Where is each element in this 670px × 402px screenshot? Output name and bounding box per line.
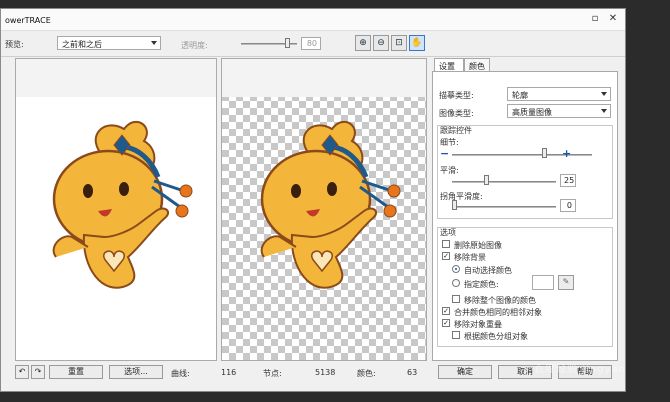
colors-value: 63 [407,368,418,377]
zoom-in-icon[interactable]: ⊕ [355,35,371,51]
options-header: 选项 [440,228,456,237]
remove-overlap-label: 移除对象重叠 [454,320,502,329]
nodes-value: 5138 [315,368,336,377]
preview-select[interactable]: 之前和之后 [57,36,161,50]
remove-background-label: 移除背景 [454,253,486,262]
transparency-value[interactable]: 80 [301,37,321,50]
corner-smooth-value[interactable]: 0 [560,199,576,212]
minus-icon[interactable]: − [440,147,449,160]
title-bar: owerTRACE ▫ ✕ [1,9,625,31]
transparency-label: 透明度: [181,41,208,50]
auto-color-radio[interactable] [452,265,460,273]
preview-label: 预览: [5,40,24,49]
tab-colors[interactable]: 颜色 [464,58,490,71]
chevron-down-icon [151,41,157,45]
chevron-down-icon [601,92,607,96]
specify-color-radio[interactable] [452,279,460,287]
after-preview-pane[interactable] [221,58,427,361]
watermark-text: 百度经验 jingyan [534,364,626,375]
image-type-value: 高质量图像 [512,108,552,117]
curves-value: 116 [221,368,237,377]
corner-smooth-slider-thumb[interactable] [452,200,457,210]
close-icon[interactable]: ✕ [607,13,619,25]
curves-label: 曲线: [171,369,190,378]
trace-type-label: 描摹类型: [439,91,474,100]
remove-background-checkbox[interactable]: ✓ [442,252,450,260]
preview-select-value: 之前和之后 [62,40,102,49]
toolbar: 预览: 之前和之后 透明度: 80 [1,31,625,57]
smooth-slider[interactable] [452,181,556,183]
chevron-down-icon [601,109,607,113]
plus-icon[interactable]: + [562,147,571,160]
bottom-bar: ↶ ↷ 重置 选项... 曲线: 116 节点: 5138 颜色: 63 确定 … [1,361,625,385]
auto-color-label: 自动选择颜色 [464,266,512,275]
pan-hand-icon[interactable]: ✋ [409,35,425,51]
remove-whole-image-color-checkbox[interactable] [452,295,460,303]
remove-overlap-checkbox[interactable]: ✓ [442,319,450,327]
remove-whole-image-color-label: 移除整个图像的颜色 [464,296,536,305]
delete-original-checkbox[interactable] [442,240,450,248]
eyedropper-icon[interactable]: ✎ [558,275,574,290]
mascot-original-image [52,121,193,289]
tab-settings[interactable]: 设置 [434,58,464,71]
settings-panel: 设置 颜色 描摹类型: 轮廓 图像类型: 高质量图像 跟踪控件 细节: − + … [432,58,618,361]
image-type-select[interactable]: 高质量图像 [507,104,611,118]
corner-smooth-slider[interactable] [452,206,556,208]
pane-top-band [16,59,216,97]
corner-smooth-label: 拐角平滑度: [440,192,483,201]
specify-color-label: 指定颜色: [464,280,499,289]
undo-icon[interactable]: ↶ [15,365,29,379]
detail-slider-thumb[interactable] [542,148,547,158]
zoom-out-icon[interactable]: ⊖ [373,35,389,51]
transparency-slider-thumb[interactable] [285,38,290,48]
smooth-label: 平滑: [440,166,459,175]
fit-to-window-icon[interactable]: ⊡ [391,35,407,51]
color-swatch[interactable] [532,275,554,290]
delete-original-label: 删除原始图像 [454,241,502,250]
window-title: owerTRACE [5,16,51,25]
image-type-label: 图像类型: [439,109,474,118]
ok-button[interactable]: 确定 [438,365,492,379]
before-preview-pane[interactable] [15,58,217,361]
minimize-icon[interactable]: ▫ [589,13,601,25]
settings-tab-body: 描摹类型: 轮廓 图像类型: 高质量图像 跟踪控件 细节: − + 平滑: 25 [432,71,618,361]
powertrace-dialog: owerTRACE ▫ ✕ 预览: 之前和之后 透明度: 80 ⊕ ⊖ ⊡ ✋ [0,8,626,392]
group-by-color-label: 根据颜色分组对象 [464,332,528,341]
smooth-slider-thumb[interactable] [484,175,489,185]
colors-label: 颜色: [357,369,376,378]
nodes-label: 节点: [263,369,282,378]
pane-top-band [222,59,426,97]
trace-controls-header: 跟踪控件 [440,126,472,135]
reset-button[interactable]: 重置 [49,365,103,379]
smooth-value[interactable]: 25 [560,174,576,187]
mascot-traced-image [260,121,401,289]
options-button[interactable]: 选项... [109,365,163,379]
options-group: 选项 删除原始图像 ✓ 移除背景 自动选择颜色 指定颜色: ✎ 移除整个图像的颜… [437,227,613,347]
group-by-color-checkbox[interactable] [452,331,460,339]
trace-type-value: 轮廓 [512,91,528,100]
redo-icon[interactable]: ↷ [31,365,45,379]
merge-adjacent-label: 合并颜色相同的相邻对象 [454,308,542,317]
trace-controls-group: 跟踪控件 细节: − + 平滑: 25 拐角平滑度: 0 [437,125,613,219]
merge-adjacent-checkbox[interactable]: ✓ [442,307,450,315]
trace-type-select[interactable]: 轮廓 [507,87,611,101]
